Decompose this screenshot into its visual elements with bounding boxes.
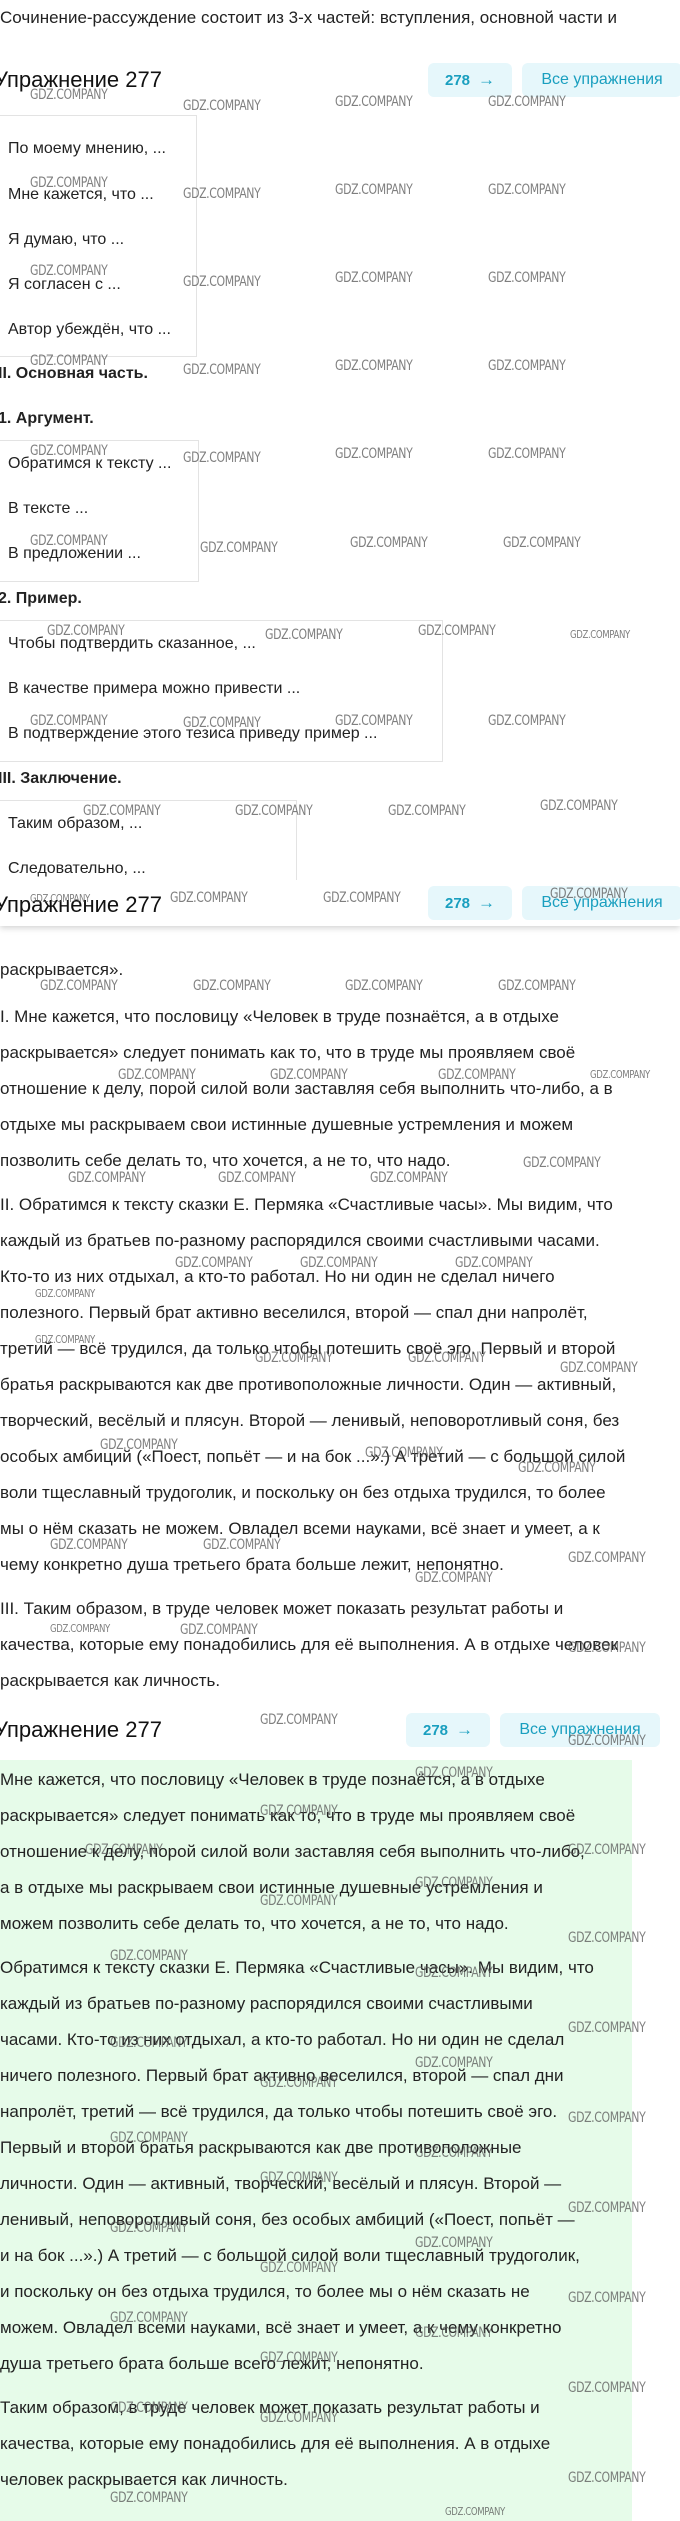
answer-line: каждый из братьев по-разному распорядилс… xyxy=(0,1994,533,2013)
answer-line: Мне кажется, что пословицу «Человек в тр… xyxy=(0,1770,545,1789)
essay-line: мы о нём сказать не можем. Овладел всеми… xyxy=(0,1519,600,1538)
example-phrase: Чтобы подтвердить сказанное, ... xyxy=(8,635,256,652)
essay-line: отношение к делу, порой силой воли заста… xyxy=(0,1079,613,1098)
exercise-header: Упражнение 277 278 → Все упражнения xyxy=(0,1705,680,1755)
answer-line: и поскольку он без отдыха трудился, то б… xyxy=(0,2282,530,2301)
essay-line: братья раскрываются как две противополож… xyxy=(0,1375,617,1394)
arrow-right-icon: → xyxy=(478,70,496,89)
essay-line: II. Обратимся к тексту сказки Е. Пермяка… xyxy=(0,1195,613,1214)
next-exercise-number: 278 xyxy=(444,894,471,912)
next-exercise-button[interactable]: 278 → xyxy=(428,63,512,97)
answer-line: ленивый, неповоротливый соня, без особых… xyxy=(0,2210,575,2229)
essay-line: третий — всё трудился, да только чтобы п… xyxy=(0,1339,616,1358)
essay-section: Упражнение 277 278 → Все упражнения раск… xyxy=(0,880,680,1705)
answer-line: отношение к делу, порой силой воли заста… xyxy=(0,1842,585,1861)
essay-line: позволить себе делать то, что хочется, а… xyxy=(0,1151,451,1170)
essay-line: раскрывается как личность. xyxy=(0,1671,221,1690)
all-exercises-button[interactable]: Все упражнения xyxy=(522,63,680,97)
essay-line: каждый из братьев по-разному распорядилс… xyxy=(0,1231,600,1250)
next-exercise-number: 278 xyxy=(444,71,471,89)
essay-line: качества, которые ему понадобились для е… xyxy=(0,1635,619,1654)
conclusion-phrase: Следовательно, ... xyxy=(8,860,146,877)
essay-line: раскрывается». xyxy=(0,960,124,979)
exercise-header: Упражнение 277 278 → Все упражнения xyxy=(0,55,680,105)
example-phrase: В подтверждение этого тезиса приведу при… xyxy=(8,725,378,742)
essay-line: раскрывается» следует понимать как то, ч… xyxy=(0,1043,576,1062)
answer-panel: Мне кажется, что пословицу «Человек в тр… xyxy=(0,1760,632,2521)
argument-phrases-box: Обратимся к тексту ... В тексте ... В пр… xyxy=(0,440,199,582)
exercise-title: Упражнение 277 xyxy=(0,67,162,92)
intro-phrase: По моему мнению, ... xyxy=(8,140,166,157)
exercise-title: Упражнение 277 xyxy=(0,892,162,917)
essay-line: полезного. Первый брат активно веселился… xyxy=(0,1303,588,1322)
intro-phrases-box: По моему мнению, ... Мне кажется, что ..… xyxy=(0,115,197,357)
answer-line: душа третьего брата больше всего лежит, … xyxy=(0,2354,424,2373)
next-exercise-number: 278 xyxy=(422,1721,449,1739)
arrow-right-icon: → xyxy=(478,893,496,912)
intro-phrase: Автор убеждён, что ... xyxy=(8,321,171,338)
essay-line: III. Таким образом, в труде человек може… xyxy=(0,1599,564,1618)
essay-line: творческий, весёлый и плясун. Второй — л… xyxy=(0,1411,620,1430)
conclusion-phrases-box: Таким образом, ... Следовательно, ... xyxy=(0,800,297,880)
part-heading: II. Основная часть. xyxy=(0,365,148,382)
essay-line: I. Мне кажется, что пословицу «Человек в… xyxy=(0,1007,559,1026)
essay-line: особых амбиций («Поест, попьёт — и на бо… xyxy=(0,1447,626,1466)
all-exercises-button[interactable]: Все упражнения xyxy=(522,886,680,920)
answer-line: Первый и второй братья раскрываются как … xyxy=(0,2138,522,2157)
conclusion-phrase: Таким образом, ... xyxy=(8,815,143,832)
answer-line: можем позволить себе делать то, что хоче… xyxy=(0,1914,509,1933)
answer-line: можем. Овладел всеми науками, всё знает … xyxy=(0,2318,562,2337)
answer-line: ничего полезного. Первый брат активно ве… xyxy=(0,2066,564,2085)
example-phrases-box: Чтобы подтвердить сказанное, ... В качес… xyxy=(0,620,443,762)
part-heading: 2. Пример. xyxy=(0,590,82,607)
intro-phrase: Мне кажется, что ... xyxy=(8,186,154,203)
exercise-header: Упражнение 277 278 → Все упражнения xyxy=(0,880,680,926)
arrow-right-icon: → xyxy=(456,1720,474,1739)
argument-phrase: В тексте ... xyxy=(8,500,89,517)
exercise-title: Упражнение 277 xyxy=(0,1717,162,1742)
answer-line: напролёт, третий — всё трудился, да толь… xyxy=(0,2102,558,2121)
exercise-text-section: Сочинение-рассуждение состоит из 3-х час… xyxy=(0,0,680,880)
answer-line: Таким образом, в труде человек может пок… xyxy=(0,2398,540,2417)
argument-phrase: Обратимся к тексту ... xyxy=(8,455,172,472)
essay-line: чему конкретно душа третьего брата больш… xyxy=(0,1555,504,1574)
essay-line: отдыхе мы раскрываем свои истинные душев… xyxy=(0,1115,574,1134)
answer-line: раскрывается» следует понимать как то, ч… xyxy=(0,1806,576,1825)
example-phrase: В качестве примера можно привести ... xyxy=(8,680,301,697)
answer-line: человек раскрывается как личность. xyxy=(0,2470,288,2489)
answer-line: качества, которые ему понадобились для е… xyxy=(0,2434,551,2453)
answer-line: часами. Кто-то из них отдыхал, а кто-то … xyxy=(0,2030,565,2049)
part-heading: III. Заключение. xyxy=(0,770,122,787)
intro-sentence: Сочинение-рассуждение состоит из 3-х час… xyxy=(0,8,617,27)
all-exercises-button[interactable]: Все упражнения xyxy=(500,1713,660,1747)
answer-line: и на бок ...».) А третий — с большой сил… xyxy=(0,2246,580,2265)
part-heading: 1. Аргумент. xyxy=(0,410,94,427)
next-exercise-button[interactable]: 278 → xyxy=(406,1713,490,1747)
argument-phrase: В предложении ... xyxy=(8,545,141,562)
answer-line: а в отдыхе мы раскрываем свои истинные д… xyxy=(0,1878,543,1897)
essay-line: воли тщеславный трудоголик, и поскольку … xyxy=(0,1483,606,1502)
answer-section: Упражнение 277 278 → Все упражнения Мне … xyxy=(0,1705,680,2521)
answer-line: Обратимся к тексту сказки Е. Пермяка «Сч… xyxy=(0,1958,594,1977)
intro-phrase: Я думаю, что ... xyxy=(8,231,125,248)
intro-phrase: Я согласен с ... xyxy=(8,276,121,293)
essay-line: Кто-то из них отдыхал, а кто-то работал.… xyxy=(0,1267,555,1286)
next-exercise-button[interactable]: 278 → xyxy=(428,886,512,920)
answer-line: личности. Один — активный, творческий, в… xyxy=(0,2174,562,2193)
